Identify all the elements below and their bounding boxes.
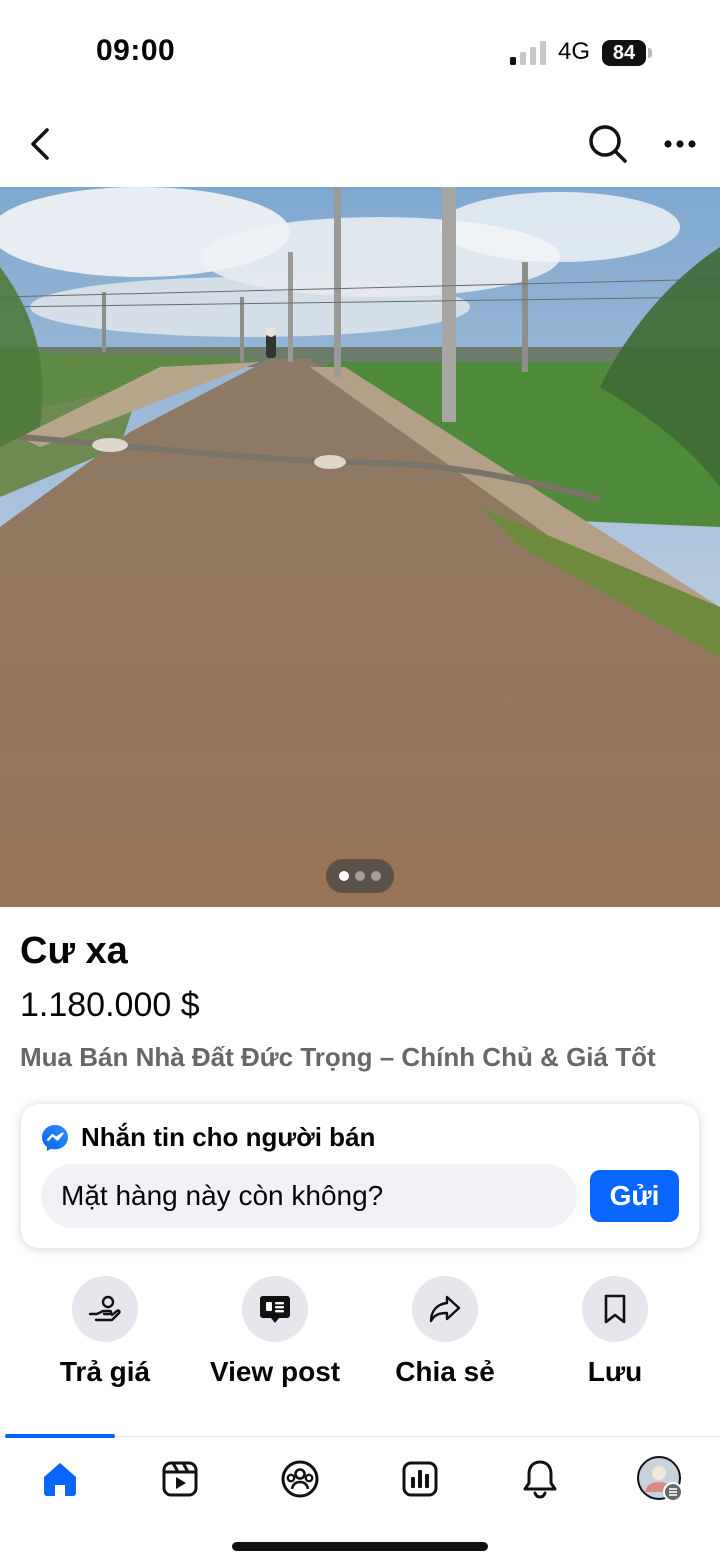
search-button[interactable] xyxy=(584,120,632,168)
view-post-button-circle xyxy=(242,1276,308,1342)
message-input[interactable]: Mặt hàng này còn không? xyxy=(41,1164,577,1228)
tab-notifications[interactable] xyxy=(515,1454,565,1504)
messenger-icon xyxy=(42,1124,68,1151)
view-post-label: View post xyxy=(209,1356,341,1387)
marketplace-icon xyxy=(402,1461,438,1497)
notifications-icon xyxy=(523,1460,557,1499)
home-icon xyxy=(44,1463,76,1496)
tab-active-indicator xyxy=(5,1434,115,1438)
photo-pager[interactable] xyxy=(326,859,394,893)
search-icon xyxy=(589,125,627,163)
battery-level: 84 xyxy=(602,40,646,66)
signal-icon xyxy=(510,41,548,65)
listing-group-link[interactable]: Mua Bán Nhà Đất Đức Trọng – Chính Chủ & … xyxy=(20,1042,656,1073)
share-button[interactable]: Chia sẻ xyxy=(360,1276,530,1388)
pager-dot-active xyxy=(339,871,349,881)
groups-icon xyxy=(281,1460,319,1498)
more-icon xyxy=(664,140,696,148)
tab-video[interactable] xyxy=(155,1454,205,1504)
tab-marketplace[interactable] xyxy=(395,1454,445,1504)
offer-hand-icon xyxy=(88,1295,121,1322)
status-time: 09:00 xyxy=(96,34,176,67)
save-label: Lưu xyxy=(587,1356,643,1387)
listing-title: Cư xa xyxy=(20,930,128,972)
home-indicator[interactable] xyxy=(232,1542,488,1551)
tab-home[interactable] xyxy=(35,1454,85,1504)
pager-dot xyxy=(371,871,381,881)
listing-photo[interactable] xyxy=(0,187,720,907)
back-arrow-icon xyxy=(31,128,49,160)
battery-icon: 84 xyxy=(602,40,654,66)
message-header: Nhắn tin cho người bán xyxy=(41,1122,375,1153)
save-button-circle xyxy=(582,1276,648,1342)
share-label: Chia sẻ xyxy=(395,1356,495,1387)
tab-groups[interactable] xyxy=(275,1454,325,1504)
back-button[interactable] xyxy=(18,122,62,166)
post-icon xyxy=(260,1296,290,1323)
message-seller-card: Nhắn tin cho người bán Mặt hàng này còn … xyxy=(21,1104,699,1248)
bookmark-icon xyxy=(604,1294,626,1324)
video-icon xyxy=(162,1461,198,1497)
message-header-label: Nhắn tin cho người bán xyxy=(81,1122,376,1152)
network-type: 4G xyxy=(558,38,591,65)
offer-button[interactable]: Trả giá xyxy=(20,1276,190,1388)
offer-label: Trả giá xyxy=(59,1356,151,1387)
view-post-button[interactable]: View post xyxy=(190,1276,360,1388)
profile-avatar xyxy=(637,1456,683,1502)
share-button-circle xyxy=(412,1276,478,1342)
save-button[interactable]: Lưu xyxy=(530,1276,700,1388)
tab-profile[interactable] xyxy=(635,1454,685,1504)
offer-button-circle xyxy=(72,1276,138,1342)
listing-price: 1.180.000 $ xyxy=(20,986,200,1024)
send-button[interactable]: Gửi xyxy=(590,1170,679,1222)
more-button[interactable] xyxy=(656,120,704,168)
pager-dot xyxy=(355,871,365,881)
share-icon xyxy=(429,1295,461,1323)
